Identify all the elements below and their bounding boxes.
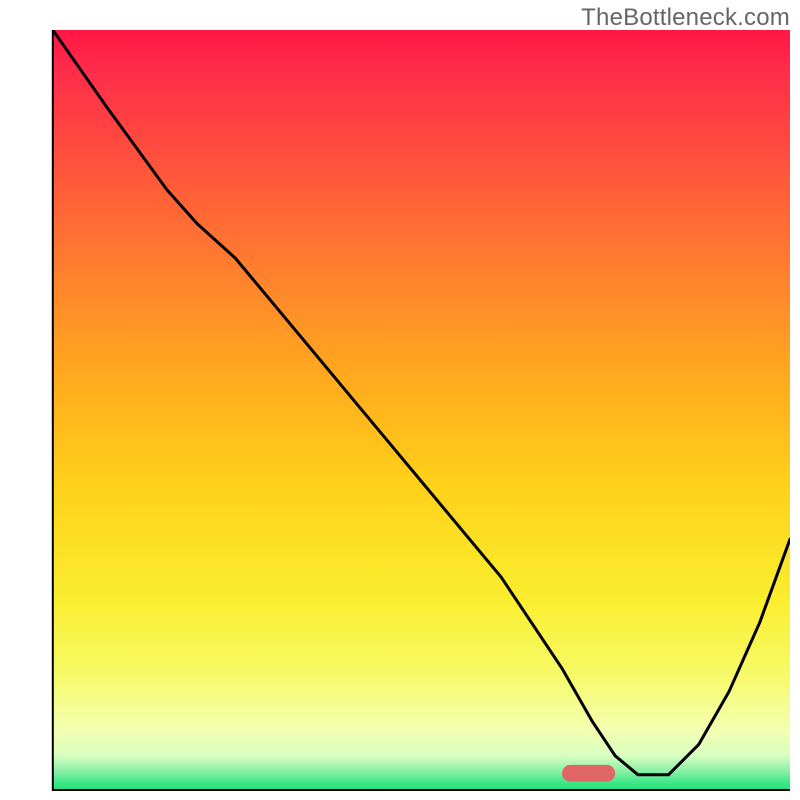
- plot-area: [53, 30, 790, 790]
- watermark-text: TheBottleneck.com: [581, 4, 790, 32]
- chart-container: TheBottleneck.com: [0, 0, 800, 800]
- optimal-marker: [562, 765, 615, 782]
- gradient-background: [53, 30, 790, 790]
- bottleneck-chart: [0, 0, 800, 800]
